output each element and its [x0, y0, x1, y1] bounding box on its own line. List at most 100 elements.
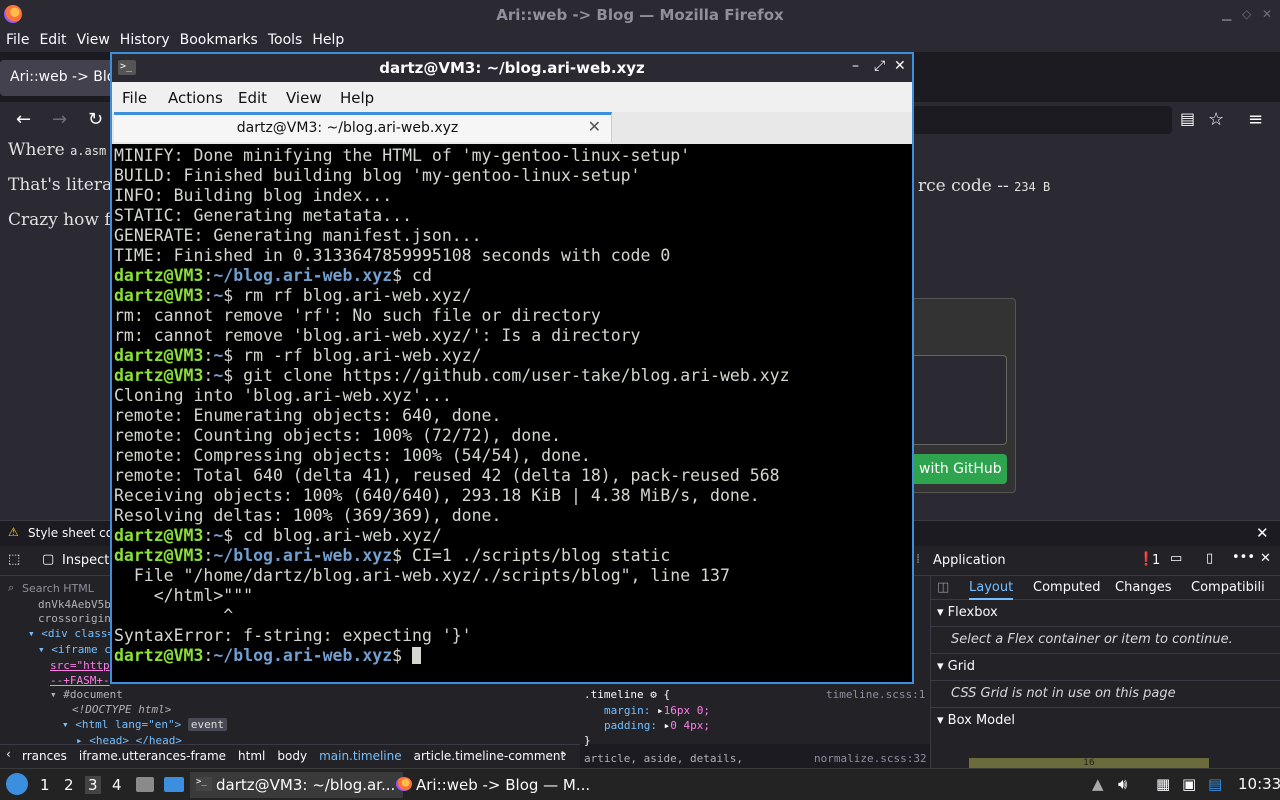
reader-view-icon[interactable]: ▤	[1180, 109, 1195, 128]
breadcrumb-right-icon[interactable]: ›	[562, 747, 567, 761]
menu-history[interactable]: History	[116, 30, 174, 48]
task-firefox[interactable]: Ari::web -> Blog — M...	[390, 772, 598, 798]
css-rule-source[interactable]: timeline.scss:1	[826, 688, 925, 701]
grid-note: CSS Grid is not in use on this page	[931, 681, 1280, 708]
start-menu-icon[interactable]	[6, 773, 28, 795]
css-declaration[interactable]: padding: ▸0 4px;	[604, 719, 710, 732]
breadcrumb-item[interactable]: rrances	[22, 749, 67, 763]
tab-compatibility[interactable]: Compatibili	[1191, 580, 1265, 595]
maximize-icon[interactable]: ◇	[1242, 7, 1251, 21]
task-terminal[interactable]: >_ dartz@VM3: ~/blog.ar...	[190, 772, 404, 798]
markup-line[interactable]: ▾ <html lang="en"> event	[62, 718, 227, 731]
css-next-selector[interactable]: article, aside, details,	[584, 752, 743, 765]
url-bar[interactable]	[912, 106, 1172, 134]
taskbar: 1 2 3 4 >_ dartz@VM3: ~/blog.ar... Ari::…	[0, 768, 1280, 800]
workspace-4[interactable]: 4	[112, 776, 122, 794]
terminal-titlebar[interactable]: >_ dartz@VM3: ~/blog.ari-web.xyz – ⤢ ✕	[112, 54, 912, 82]
tab-inspector[interactable]: Inspecto	[62, 553, 117, 568]
dock-icon[interactable]: ▯	[1206, 551, 1213, 566]
tab-computed[interactable]: Computed	[1033, 580, 1101, 595]
firefox-tab[interactable]: Ari::web -> Blo	[0, 60, 120, 96]
breadcrumb-item[interactable]: iframe.utterances-frame	[79, 749, 226, 763]
markup-line[interactable]: src="http	[50, 659, 110, 672]
markup-line[interactable]: ▾ <iframe c	[38, 643, 111, 656]
notification-icon[interactable]: ▤	[1208, 775, 1222, 793]
breadcrumb-item[interactable]: html	[238, 749, 265, 763]
comment-textarea[interactable]	[911, 355, 1007, 445]
markup-line[interactable]: ▾ #document	[50, 688, 123, 701]
menu-help[interactable]: Help	[340, 89, 374, 107]
markup-line[interactable]: dnVk4AebV5b	[38, 598, 111, 611]
bookmark-star-icon[interactable]: ☆	[1208, 109, 1224, 130]
breadcrumb-item[interactable]: article.timeline-comment	[414, 749, 566, 763]
markup-line[interactable]: <!DOCTYPE html>	[72, 703, 171, 716]
breadcrumb-item[interactable]: main.timeline	[319, 749, 402, 763]
search-html-input[interactable]: Search HTML	[22, 582, 94, 595]
network-icon[interactable]: ▣	[1182, 775, 1196, 793]
flexbox-section-header[interactable]: ▾ Flexbox	[931, 600, 1280, 627]
close-devtools-icon[interactable]: ✕	[1260, 551, 1271, 566]
event-badge[interactable]: event	[187, 718, 227, 731]
clipboard-icon[interactable]: ▦	[1156, 775, 1170, 793]
sign-in-github-button[interactable]: with GitHub	[911, 454, 1007, 484]
reload-icon[interactable]: ↻	[88, 109, 103, 130]
breadcrumb-left-icon[interactable]: ‹	[6, 747, 11, 761]
css-rule-selector[interactable]: .timeline ⚙ {	[584, 688, 670, 701]
breadcrumb-item[interactable]: body	[277, 749, 307, 763]
markup-line[interactable]: ▾ <div class=	[28, 627, 114, 640]
close-icon[interactable]: ✕	[1262, 7, 1272, 21]
grid-section-header[interactable]: ▾ Grid	[931, 654, 1280, 681]
terminal-line: Resolving deltas: 100% (369/369), done.	[114, 506, 502, 525]
close-tab-icon[interactable]: ✕	[588, 117, 601, 136]
back-icon[interactable]: ←	[16, 109, 31, 130]
css-next-source[interactable]: normalize.scss:32	[814, 752, 927, 765]
menu-file[interactable]: File	[122, 89, 147, 107]
sidebar-toggle-icon[interactable]: ◫	[937, 580, 949, 595]
app-menu-icon[interactable]: ≡	[1248, 109, 1263, 130]
maximize-icon[interactable]: ⤢	[874, 58, 885, 74]
menu-view[interactable]: View	[73, 30, 114, 48]
menu-edit[interactable]: Edit	[35, 30, 70, 48]
minimize-icon[interactable]: ▁	[1222, 7, 1231, 21]
element-picker-icon[interactable]: ⬚	[8, 552, 20, 567]
workspace-3[interactable]: 3	[85, 776, 101, 794]
breadcrumb: ‹ rrances iframe.utterances-frame html body…	[0, 744, 580, 768]
prompt-user: dartz@VM3	[114, 526, 204, 545]
more-options-icon[interactable]: •••	[1232, 550, 1255, 565]
forward-icon[interactable]: →	[52, 109, 67, 130]
menu-view[interactable]: View	[286, 89, 322, 107]
terminal-line: INFO: Building blog index...	[114, 186, 393, 205]
menu-bookmarks[interactable]: Bookmarks	[176, 30, 262, 48]
tray-up-icon[interactable]: ▲	[1092, 775, 1104, 793]
flexbox-note: Select a Flex container or item to conti…	[931, 627, 1280, 654]
markup-line[interactable]: --+FASM+-	[50, 674, 110, 687]
tab-application[interactable]: Application	[933, 553, 1006, 568]
tab-layout[interactable]: Layout	[969, 580, 1014, 600]
terminal-line: remote: Compressing objects: 100% (54/54…	[114, 446, 591, 465]
workspace-2[interactable]: 2	[64, 776, 74, 794]
terminal-line: rm: cannot remove 'rf': No such file or …	[114, 306, 601, 325]
show-desktop-icon[interactable]	[164, 777, 184, 792]
tab-changes[interactable]: Changes	[1115, 580, 1172, 595]
file-manager-icon[interactable]	[136, 777, 154, 792]
menu-file[interactable]: File	[2, 30, 33, 48]
warning-icon: ⚠	[8, 525, 19, 539]
terminal-tab[interactable]: dartz@VM3: ~/blog.ari-web.xyz ✕	[114, 112, 612, 142]
terminal-output[interactable]: MINIFY: Done minifying the HTML of 'my-g…	[114, 146, 910, 680]
terminal-line: Cloning into 'blog.ari-web.xyz'...	[114, 386, 452, 405]
css-declaration[interactable]: margin: ▸16px 0;	[604, 704, 710, 717]
boxmodel-section-header[interactable]: ▾ Box Model	[931, 708, 1280, 735]
markup-line[interactable]: crossorigin	[38, 612, 111, 625]
workspace-1[interactable]: 1	[40, 776, 50, 794]
menu-actions[interactable]: Actions	[168, 89, 223, 107]
volume-icon[interactable]: 🔊︎	[1118, 775, 1127, 793]
menu-edit[interactable]: Edit	[238, 89, 267, 107]
minimize-icon[interactable]: –	[852, 58, 859, 74]
markup-line[interactable]: ▸ <head> </head>	[76, 734, 182, 744]
command-text: $ rm -rf blog.ari-web.xyz/	[223, 346, 482, 365]
close-warning-icon[interactable]: ✕	[1256, 524, 1269, 542]
menu-help[interactable]: Help	[308, 30, 348, 48]
responsive-mode-icon[interactable]: ▭	[1170, 551, 1182, 566]
menu-tools[interactable]: Tools	[264, 30, 307, 48]
close-icon[interactable]: ✕	[894, 58, 906, 74]
